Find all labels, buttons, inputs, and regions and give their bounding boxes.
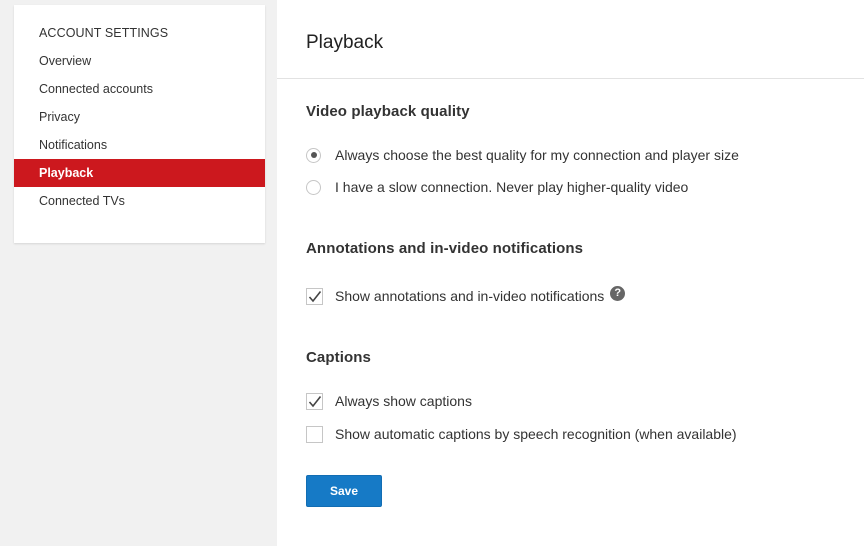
- annotations-option-label: Show annotations and in-video notificati…: [335, 288, 605, 304]
- sidebar-nav: Overview Connected accounts Privacy Noti…: [14, 47, 265, 215]
- captions-option-always[interactable]: Always show captions: [306, 391, 472, 411]
- sidebar-heading: ACCOUNT SETTINGS: [39, 26, 169, 40]
- question-circle-icon[interactable]: ?: [610, 285, 626, 301]
- quality-option-slow-label: I have a slow connection. Never play hig…: [335, 179, 689, 195]
- annotations-option[interactable]: Show annotations and in-video notificati…: [306, 285, 626, 306]
- checkbox-automatic-captions[interactable]: [306, 425, 323, 443]
- sidebar-item-connected-tvs[interactable]: Connected TVs: [14, 187, 265, 215]
- sidebar-item-connected-accounts[interactable]: Connected accounts: [14, 75, 265, 103]
- section-title-annotations: Annotations and in-video notifications: [306, 240, 584, 257]
- section-title-captions: Captions: [306, 349, 371, 366]
- sidebar-item-overview[interactable]: Overview: [14, 47, 265, 75]
- radio-best-quality[interactable]: [306, 147, 321, 163]
- checkbox-always-show-captions[interactable]: [306, 392, 323, 410]
- checkbox-annotations[interactable]: [306, 287, 323, 305]
- save-button[interactable]: Save: [306, 475, 382, 507]
- sidebar-item-privacy[interactable]: Privacy: [14, 103, 265, 131]
- sidebar-item-notifications[interactable]: Notifications: [14, 131, 265, 159]
- sidebar-item-playback[interactable]: Playback: [14, 159, 265, 187]
- quality-option-best[interactable]: Always choose the best quality for my co…: [306, 145, 739, 165]
- main-panel: Playback Video playback quality Always c…: [277, 0, 864, 546]
- main-header: Playback: [277, 0, 864, 79]
- quality-option-best-label: Always choose the best quality for my co…: [335, 147, 739, 163]
- quality-option-slow[interactable]: I have a slow connection. Never play hig…: [306, 177, 688, 197]
- captions-option-always-label: Always show captions: [335, 393, 472, 409]
- radio-slow-connection[interactable]: [306, 179, 321, 195]
- checkmark-icon: [308, 395, 322, 407]
- section-title-playback-quality: Video playback quality: [306, 103, 470, 120]
- sidebar: ACCOUNT SETTINGS Overview Connected acco…: [14, 5, 265, 243]
- page-title: Playback: [306, 32, 384, 53]
- captions-option-automatic-label: Show automatic captions by speech recogn…: [335, 426, 737, 442]
- captions-option-automatic[interactable]: Show automatic captions by speech recogn…: [306, 424, 737, 444]
- checkmark-icon: [308, 290, 322, 302]
